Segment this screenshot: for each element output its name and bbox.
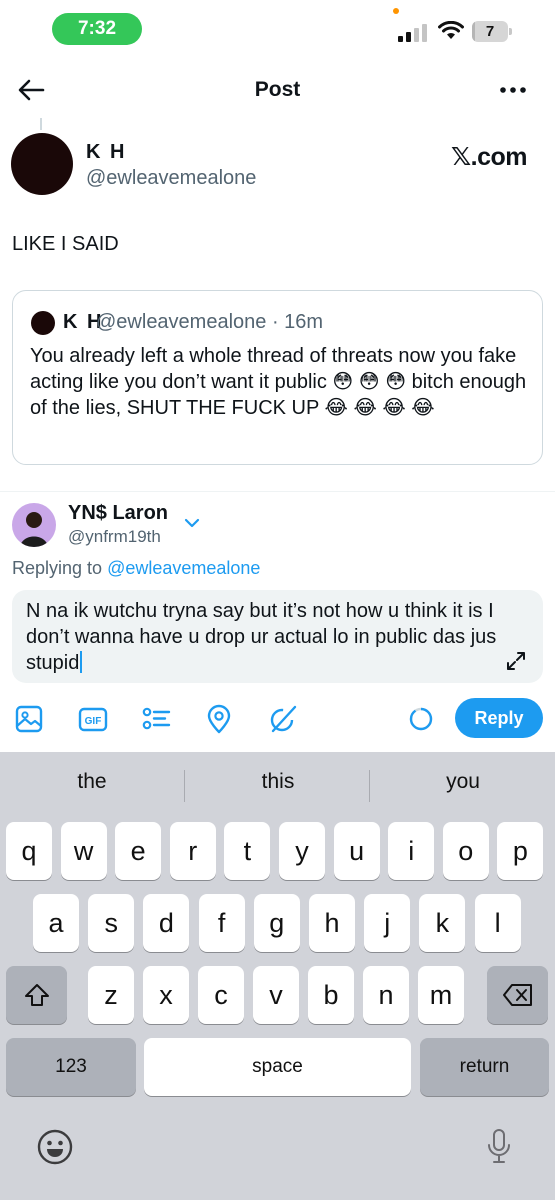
key-p[interactable]: p <box>497 822 544 880</box>
shift-arrow-icon <box>24 984 49 1006</box>
author-handle[interactable]: @ewleavemealone <box>86 167 256 190</box>
key-w[interactable]: w <box>60 822 107 880</box>
key-d[interactable]: d <box>143 894 190 952</box>
key-s[interactable]: s <box>88 894 135 952</box>
avatar-figure-icon <box>20 512 48 547</box>
gif-icon[interactable]: GIF <box>78 704 108 734</box>
suggestion-1[interactable]: the <box>2 770 182 794</box>
post-text: LIKE I SAID <box>12 233 119 255</box>
key-f[interactable]: f <box>198 894 245 952</box>
post-header: Post <box>0 66 555 114</box>
key-t[interactable]: t <box>224 822 271 880</box>
key-c[interactable]: c <box>198 966 244 1024</box>
reply-draft-text[interactable]: N na ik wutchu tryna say but it’s not ho… <box>26 600 496 674</box>
key-x[interactable]: x <box>143 966 189 1024</box>
replying-to-prefix: Replying to <box>12 558 108 578</box>
key-a[interactable]: a <box>33 894 79 952</box>
key-n[interactable]: n <box>363 966 409 1024</box>
key-q[interactable]: q <box>6 822 52 880</box>
numbers-key[interactable]: 123 <box>6 1038 136 1096</box>
quote-author-avatar <box>31 311 55 335</box>
ios-keyboard: the this you qwertyuiopasdfghjklzxcvbnm … <box>0 752 555 1200</box>
backspace-icon <box>502 984 532 1006</box>
suggestion-3[interactable]: you <box>373 770 553 794</box>
thread-connector-line <box>40 118 42 130</box>
shift-key[interactable] <box>6 966 67 1024</box>
space-key[interactable]: space <box>144 1038 411 1096</box>
key-r[interactable]: r <box>169 822 216 880</box>
gif-label: GIF <box>85 716 102 727</box>
delete-key[interactable] <box>487 966 548 1024</box>
microphone-icon[interactable] <box>486 1128 512 1166</box>
key-g[interactable]: g <box>253 894 300 952</box>
key-k[interactable]: k <box>419 894 466 952</box>
suggestion-separator <box>184 770 185 802</box>
suggestion-2[interactable]: this <box>188 770 368 794</box>
text-caret <box>80 651 83 673</box>
replying-to-mention[interactable]: @ewleavemealone <box>107 558 260 578</box>
key-b[interactable]: b <box>308 966 354 1024</box>
key-e[interactable]: e <box>115 822 162 880</box>
divider <box>0 491 555 492</box>
reply-button[interactable]: Reply <box>455 698 543 738</box>
grok-icon[interactable] <box>268 704 298 734</box>
reply-user-name: YN$ Laron <box>68 502 169 524</box>
status-bar: 7:32 7 <box>0 0 555 60</box>
key-o[interactable]: o <box>442 822 489 880</box>
suggestion-separator <box>369 770 370 802</box>
battery-level: 7 <box>485 23 495 40</box>
key-i[interactable]: i <box>388 822 435 880</box>
emoji-icon[interactable] <box>36 1128 74 1166</box>
key-l[interactable]: l <box>474 894 521 952</box>
key-j[interactable]: j <box>364 894 411 952</box>
cellular-signal-icon <box>398 24 427 42</box>
chevron-down-icon[interactable] <box>183 516 201 530</box>
key-m[interactable]: m <box>418 966 464 1024</box>
author-avatar[interactable] <box>11 133 73 195</box>
poll-icon[interactable] <box>141 704 171 734</box>
key-h[interactable]: h <box>309 894 355 952</box>
quote-text: You already left a whole thread of threa… <box>30 345 527 419</box>
page-title: Post <box>254 78 301 101</box>
reply-compose-field[interactable]: N na ik wutchu tryna say but it’s not ho… <box>12 590 543 683</box>
key-v[interactable]: v <box>253 966 299 1024</box>
image-icon[interactable] <box>14 704 44 734</box>
author-name[interactable]: K H <box>86 141 126 164</box>
key-z[interactable]: z <box>88 966 134 1024</box>
privacy-indicator-dot <box>393 8 399 14</box>
character-count-ring <box>409 707 433 731</box>
location-icon[interactable] <box>204 704 234 734</box>
status-time[interactable]: 7:32 <box>52 13 142 45</box>
return-key[interactable]: return <box>420 1038 549 1096</box>
quoted-post[interactable]: K H @ewleavemealone · 16m You already le… <box>12 290 543 465</box>
quote-author-handle: @ewleavemealone · 16m <box>96 311 324 333</box>
reply-user-avatar[interactable] <box>12 503 56 547</box>
more-dots-icon[interactable] <box>498 78 528 102</box>
source-label: 𝕏.com <box>451 143 528 171</box>
compose-toolbar: GIF Reply <box>0 698 555 740</box>
expand-icon[interactable] <box>505 650 527 672</box>
key-y[interactable]: y <box>279 822 325 880</box>
replying-to: Replying to @ewleavemealone <box>12 558 260 579</box>
key-u[interactable]: u <box>333 822 380 880</box>
predictive-suggestions: the this you <box>0 752 555 816</box>
reply-user-handle: @ynfrm19th <box>68 527 161 546</box>
wifi-icon <box>438 21 464 39</box>
battery-indicator: 7 <box>472 21 512 42</box>
